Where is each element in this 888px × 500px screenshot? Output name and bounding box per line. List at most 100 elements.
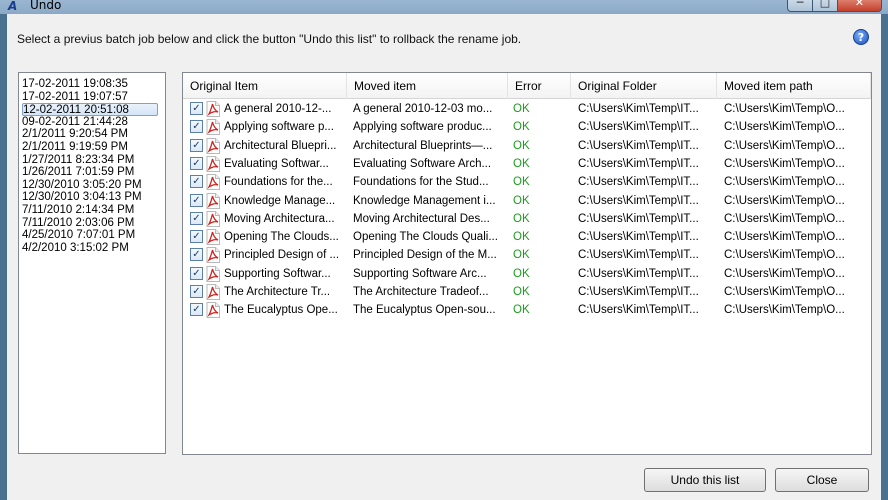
title-bar[interactable]: A Undo ─ □ ✕: [0, 0, 888, 14]
batch-job-item[interactable]: 4/25/2010 7:07:01 PM: [22, 229, 158, 242]
undo-list-button[interactable]: Undo this list: [644, 468, 766, 492]
row-checkbox[interactable]: ✓: [190, 230, 203, 244]
cell-error: OK: [513, 231, 530, 244]
pdf-icon: [206, 192, 220, 209]
table-row[interactable]: ✓ Architectural Bluepri... Architectural B…: [183, 137, 871, 155]
row-checkbox[interactable]: ✓: [190, 211, 203, 225]
cell-moved: Applying software produc...: [353, 121, 492, 134]
cell-moved: Foundations for the Stud...: [353, 176, 489, 189]
row-checkbox[interactable]: ✓: [190, 156, 203, 170]
table-row[interactable]: ✓ Supporting Softwar... Supporting Softwar…: [183, 265, 871, 283]
cell-moved: Moving Architectural Des...: [353, 212, 490, 225]
table-row[interactable]: ✓ Principled Design of ... Principled Desi…: [183, 246, 871, 264]
row-checkbox[interactable]: ✓: [190, 285, 203, 298]
cell-original: Architectural Bluepri...: [224, 139, 337, 152]
table-row[interactable]: ✓ Knowledge Manage... Knowledge Management…: [183, 192, 871, 210]
cell-moved: The Architecture Tradeof...: [353, 286, 489, 298]
pdf-icon: [206, 119, 220, 136]
cell-error: OK: [513, 103, 530, 115]
cell-error: OK: [513, 286, 530, 298]
help-icon[interactable]: ?: [853, 29, 869, 45]
batch-job-item[interactable]: 7/11/2010 2:03:06 PM: [22, 217, 158, 230]
cell-folder: C:\Users\Kim\Temp\IT...: [578, 286, 699, 298]
minimize-button[interactable]: ─: [787, 0, 813, 12]
cell-original: Supporting Softwar...: [224, 267, 331, 280]
table-row[interactable]: ✓ Opening The Clouds... Opening The Clouds…: [183, 228, 871, 246]
batch-job-item[interactable]: 12/30/2010 3:04:13 PM: [22, 191, 158, 204]
cell-error: OK: [513, 139, 530, 152]
batch-job-item[interactable]: 12/30/2010 3:05:20 PM: [22, 179, 158, 192]
cell-original: Knowledge Manage...: [224, 194, 336, 207]
pdf-icon: [206, 247, 220, 264]
row-checkbox[interactable]: ✓: [190, 102, 203, 115]
pdf-icon: [206, 101, 220, 117]
column-header[interactable]: Original Folder: [571, 73, 717, 99]
pdf-icon: [206, 229, 220, 246]
pdf-icon: [206, 155, 220, 172]
cell-original: The Eucalyptus Ope...: [224, 304, 338, 317]
cell-folder: C:\Users\Kim\Temp\IT...: [578, 176, 699, 189]
cell-error: OK: [513, 121, 530, 134]
cell-original: The Architecture Tr...: [224, 286, 331, 298]
cell-moved: A general 2010-12-03 mo...: [353, 103, 493, 115]
batch-job-item[interactable]: 17-02-2011 19:07:57: [22, 91, 158, 104]
batch-job-item[interactable]: 12-02-2011 20:51:08: [22, 103, 158, 117]
cell-moved: The Eucalyptus Open-sou...: [353, 304, 496, 317]
batch-job-item[interactable]: 4/2/2010 3:15:02 PM: [22, 242, 158, 255]
cell-error: OK: [513, 267, 530, 280]
table-row[interactable]: ✓ The Architecture Tr... The Architecture …: [183, 283, 871, 301]
row-checkbox[interactable]: ✓: [190, 248, 203, 262]
cell-original: Evaluating Softwar...: [224, 157, 329, 170]
cell-folder: C:\Users\Kim\Temp\IT...: [578, 139, 699, 152]
table-row[interactable]: ✓ A general 2010-12-... A general 2010-12-…: [183, 100, 871, 118]
column-header[interactable]: Moved item path: [717, 73, 871, 99]
row-checkbox[interactable]: ✓: [190, 193, 203, 207]
row-checkbox[interactable]: ✓: [190, 120, 203, 134]
table-row[interactable]: ✓ Evaluating Softwar... Evaluating Softwar…: [183, 155, 871, 173]
batch-job-item[interactable]: 1/27/2011 8:23:34 PM: [22, 154, 158, 167]
batch-job-item[interactable]: 17-02-2011 19:08:35: [22, 78, 158, 91]
cell-moved: Knowledge Management i...: [353, 194, 496, 207]
close-button[interactable]: Close: [775, 468, 869, 492]
column-header[interactable]: Original Item: [183, 73, 347, 99]
row-checkbox[interactable]: ✓: [190, 303, 203, 317]
cell-error: OK: [513, 249, 530, 262]
window-controls: ─ □ ✕: [787, 0, 882, 12]
cell-error: OK: [513, 212, 530, 225]
table-row[interactable]: ✓ The Eucalyptus Ope... The Eucalyptus Ope…: [183, 301, 871, 319]
cell-folder: C:\Users\Kim\Temp\IT...: [578, 231, 699, 244]
cell-original: Applying software p...: [224, 121, 334, 134]
cell-path: C:\Users\Kim\Temp\O...: [724, 139, 845, 152]
window-close-button[interactable]: ✕: [838, 0, 882, 12]
pdf-icon: [206, 265, 220, 282]
maximize-button[interactable]: □: [813, 0, 838, 12]
cell-folder: C:\Users\Kim\Temp\IT...: [578, 157, 699, 170]
cell-folder: C:\Users\Kim\Temp\IT...: [578, 249, 699, 262]
pdf-icon: [206, 137, 220, 154]
column-header[interactable]: Moved item: [347, 73, 508, 99]
batch-job-item[interactable]: 2/1/2011 9:20:54 PM: [22, 128, 158, 141]
cell-path: C:\Users\Kim\Temp\O...: [724, 103, 845, 115]
cell-original: Foundations for the...: [224, 176, 333, 189]
row-checkbox[interactable]: ✓: [190, 175, 203, 189]
table-row[interactable]: ✓ Applying software p... Applying software…: [183, 118, 871, 136]
cell-path: C:\Users\Kim\Temp\O...: [724, 194, 845, 207]
batch-job-item[interactable]: 1/26/2011 7:01:59 PM: [22, 166, 158, 179]
table-row[interactable]: ✓ Moving Architectura... Moving Architectu…: [183, 210, 871, 228]
cell-original: Principled Design of ...: [224, 249, 340, 262]
table-row[interactable]: ✓ Foundations for the... Foundations for t…: [183, 173, 871, 191]
items-grid[interactable]: Original Item Moved item Error Original Fol…: [182, 72, 872, 455]
column-header[interactable]: Error: [508, 73, 571, 99]
pdf-icon: [206, 302, 220, 319]
cell-path: C:\Users\Kim\Temp\O...: [724, 157, 845, 170]
instruction-text: Select a previus batch job below and cli…: [17, 32, 522, 46]
batch-job-item[interactable]: 09-02-2011 21:44:28: [22, 116, 158, 129]
cell-error: OK: [513, 157, 530, 170]
cell-original: A general 2010-12-...: [224, 103, 332, 115]
cell-path: C:\Users\Kim\Temp\O...: [724, 121, 845, 134]
row-checkbox[interactable]: ✓: [190, 266, 203, 280]
batch-job-list[interactable]: 17-02-2011 19:08:35 17-02-2011 19:07:57 12…: [18, 72, 166, 454]
batch-job-item[interactable]: 7/11/2010 2:14:34 PM: [22, 204, 158, 217]
batch-job-item[interactable]: 2/1/2011 9:19:59 PM: [22, 141, 158, 154]
row-checkbox[interactable]: ✓: [190, 138, 203, 152]
